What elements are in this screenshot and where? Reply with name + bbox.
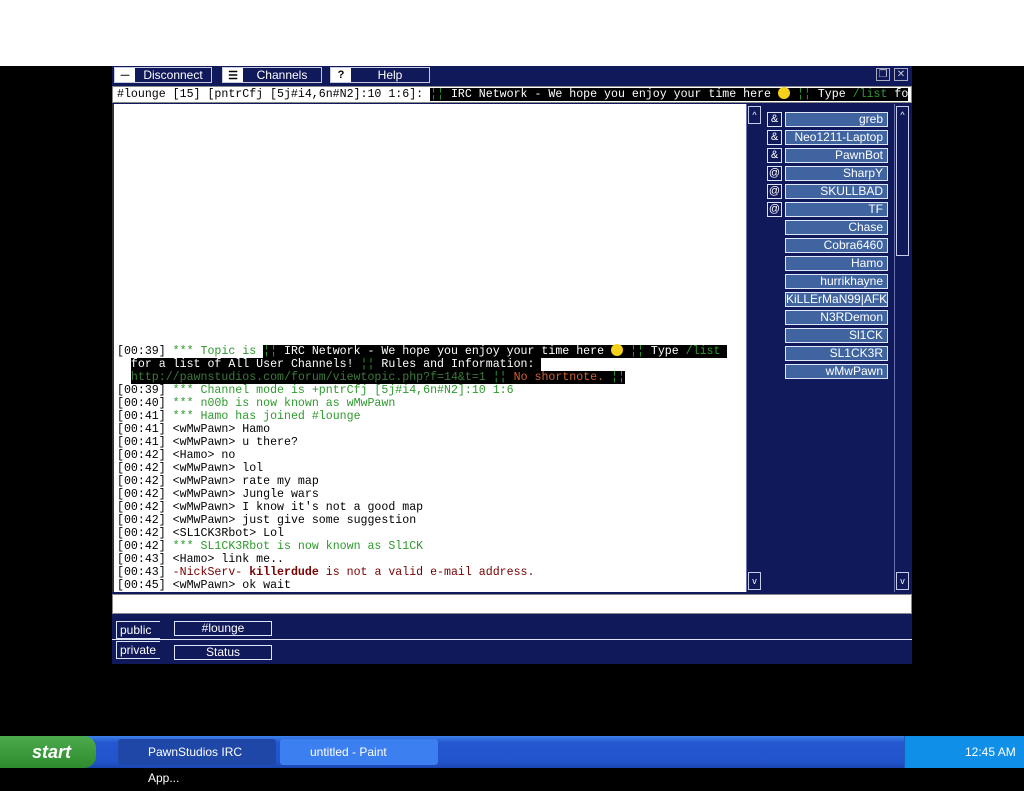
chat-line: [00:42] <wMwPawn> I know it's not a good… xyxy=(117,501,424,514)
disconnect-icon: ⏤ xyxy=(120,68,130,81)
nick-item[interactable]: Sl1CK xyxy=(785,328,888,343)
close-icon[interactable]: ✕ xyxy=(894,68,908,81)
user-mode-prefix: @ xyxy=(767,202,782,217)
nick-item[interactable]: wMwPawn xyxy=(785,364,888,379)
chat-line: [00:45] <wMwPawn> ok wait xyxy=(117,579,291,592)
nick-item[interactable]: N3RDemon xyxy=(785,310,888,325)
chat-scrollbar[interactable]: ^ v xyxy=(746,104,762,592)
public-label: public xyxy=(116,621,160,639)
help-button[interactable]: ? Help xyxy=(330,67,430,83)
scroll-down-icon[interactable]: v xyxy=(748,572,761,590)
nick-item[interactable]: TF xyxy=(785,202,888,217)
clock: 12:45 AM xyxy=(965,745,1016,759)
user-mode-prefix: @ xyxy=(767,166,782,181)
nick-list: & greb & Neo1211-Laptop & PawnBot @ SharpY @ SKUL… xyxy=(762,104,894,592)
tab-status[interactable]: Status xyxy=(174,645,272,660)
taskbar: start PawnStudios IRC App... untitled - … xyxy=(0,736,1024,785)
chat-log: [00:39] *** Topic is ¦¦ IRC Network - We… xyxy=(112,104,746,592)
chat-line: [00:43] -NickServ- killerdude is not a v… xyxy=(117,566,535,579)
user-mode-prefix: @ xyxy=(767,184,782,199)
nicklist-scrollbar[interactable]: ^ v xyxy=(894,104,910,592)
scroll-up-icon[interactable]: ^ xyxy=(748,106,761,124)
desktop-top-area xyxy=(0,0,1024,66)
scroll-down-icon[interactable]: v xyxy=(896,572,909,590)
nick-item[interactable]: SKULLBAD xyxy=(785,184,888,199)
nick-item[interactable]: Chase xyxy=(785,220,888,235)
chat-line: [00:40] *** n00b is now known as wMwPawn xyxy=(117,397,396,410)
help-icon: ? xyxy=(337,69,345,81)
list-icon: ☰ xyxy=(228,69,238,82)
private-label: private xyxy=(116,641,160,659)
chat-line: [00:42] *** SL1CK3Rbot is now known as S… xyxy=(117,540,424,553)
system-tray: 12:45 AM xyxy=(904,736,1024,768)
chat-line-topic: [00:39] *** Topic is ¦¦ IRC Network - We… xyxy=(117,344,746,358)
nick-item[interactable]: greb xyxy=(785,112,888,127)
smiley-icon xyxy=(611,344,624,356)
chat-line: [00:42] <SL1CK3Rbot> Lol xyxy=(117,527,284,540)
topic-url-link[interactable]: http://pawnstudios.com/forum/viewtopic.p… xyxy=(131,371,486,384)
nick-item[interactable]: SL1CK3R xyxy=(785,346,888,361)
start-button[interactable]: start xyxy=(0,736,96,768)
nick-item[interactable]: Neo1211-Laptop xyxy=(785,130,888,145)
tab-lounge[interactable]: #lounge xyxy=(174,621,272,636)
topic-bar: #lounge [15] [pntrCfj [5j#i4,6n#N2]:10 1… xyxy=(112,86,912,103)
nick-item[interactable]: hurrikhayne xyxy=(785,274,888,289)
task-paint[interactable]: untitled - Paint xyxy=(280,739,438,765)
chat-line: [00:41] <wMwPawn> Hamo xyxy=(117,423,271,436)
user-mode-prefix: & xyxy=(767,112,782,127)
nick-item[interactable]: KiLLErMaN99|AFK xyxy=(785,292,888,307)
restore-icon[interactable]: ❐ xyxy=(876,68,890,81)
divider xyxy=(112,639,912,640)
chat-line: [00:42] <wMwPawn> lol xyxy=(117,462,264,475)
irc-app-window: ⏤ Disconnect ☰ Channels ? Help ❐ ✕ #lounge … xyxy=(112,66,912,664)
chat-line: [00:41] <wMwPawn> u there? xyxy=(117,436,298,449)
user-mode-prefix: & xyxy=(767,130,782,145)
nick-item[interactable]: PawnBot xyxy=(785,148,888,163)
task-irc-app[interactable]: PawnStudios IRC App... xyxy=(118,739,276,785)
chat-line: [00:42] <wMwPawn> just give some suggest… xyxy=(117,514,417,527)
chat-line: [00:39] *** Channel mode is +pntrCfj [5j… xyxy=(117,384,514,397)
user-mode-prefix: & xyxy=(767,148,782,163)
chat-line: [00:42] <wMwPawn> Jungle wars xyxy=(117,488,319,501)
chat-line: [00:43] <Hamo> link me.. xyxy=(117,553,284,566)
chat-line: [00:41] *** Hamo has joined #lounge xyxy=(117,410,361,423)
message-input[interactable] xyxy=(112,594,912,614)
nick-item[interactable]: Cobra6460 xyxy=(785,238,888,253)
channels-button[interactable]: ☰ Channels xyxy=(222,67,322,83)
nick-item[interactable]: SharpY xyxy=(785,166,888,181)
nick-item[interactable]: Hamo xyxy=(785,256,888,271)
scroll-thumb[interactable]: ^ xyxy=(896,106,909,256)
chat-line: [00:42] <wMwPawn> rate my map xyxy=(117,475,319,488)
disconnect-button[interactable]: ⏤ Disconnect xyxy=(114,67,212,83)
smiley-icon xyxy=(777,87,790,99)
chat-line: [00:42] <Hamo> no xyxy=(117,449,236,462)
